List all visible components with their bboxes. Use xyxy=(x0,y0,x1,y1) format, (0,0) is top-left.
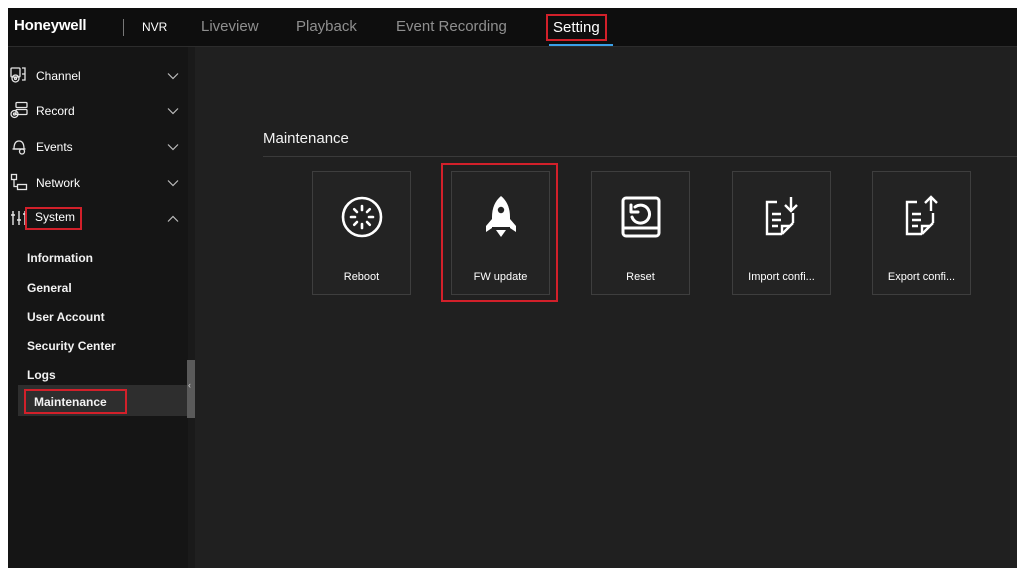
sidebar-group-system[interactable]: System xyxy=(8,202,188,238)
export-config-icon xyxy=(905,195,938,236)
tab-liveview[interactable]: Liveview xyxy=(201,18,259,35)
collapse-sidebar-icon[interactable]: ‹ xyxy=(188,380,191,390)
record-icon xyxy=(10,101,28,119)
card-label: Reboot xyxy=(343,271,380,283)
sidebar-group-label: Record xyxy=(36,104,75,118)
sidebar-item-general[interactable]: General xyxy=(27,281,72,295)
chevron-down-icon xyxy=(167,180,179,187)
reboot-icon xyxy=(341,196,382,238)
network-icon xyxy=(10,173,28,191)
sidebar-item-information[interactable]: Information xyxy=(27,251,93,265)
card-label: Import confi... xyxy=(748,271,815,283)
chevron-down-icon xyxy=(167,73,179,80)
sidebar-scrollbar[interactable] xyxy=(188,47,195,568)
app-frame: Honeywell NVR Liveview Playback Event Re… xyxy=(8,8,1017,568)
sidebar-group-label: Events xyxy=(36,140,73,154)
title-divider xyxy=(263,156,1017,157)
chevron-down-icon xyxy=(167,108,179,115)
sidebar-group-label: Channel xyxy=(36,69,81,83)
card-label: Reset xyxy=(626,271,655,283)
sidebar-group-label: System xyxy=(35,210,76,224)
import-config-button[interactable]: Import confi... xyxy=(732,171,831,295)
sidebar-item-security-center[interactable]: Security Center xyxy=(27,339,116,353)
events-icon xyxy=(12,140,26,155)
channel-icon xyxy=(10,67,26,83)
sidebar: Channel Record Events Network System Inf… xyxy=(8,47,188,568)
sidebar-item-logs[interactable]: Logs xyxy=(27,368,56,382)
sidebar-group-label: Network xyxy=(36,176,81,190)
tab-event-recording[interactable]: Event Recording xyxy=(396,18,507,35)
fw-update-highlight-box xyxy=(441,163,558,302)
card-label: Export confi... xyxy=(887,271,956,283)
brand-divider xyxy=(123,19,124,36)
sidebar-group-record[interactable]: Record xyxy=(8,94,188,130)
top-bar: Honeywell NVR Liveview Playback Event Re… xyxy=(8,8,1017,47)
sidebar-group-network[interactable]: Network xyxy=(8,166,188,202)
reboot-button[interactable]: Reboot xyxy=(312,171,411,295)
page-title: Maintenance xyxy=(263,130,349,147)
chevron-down-icon xyxy=(167,144,179,151)
tab-playback[interactable]: Playback xyxy=(296,18,357,35)
brand-logo: Honeywell xyxy=(14,17,87,34)
sidebar-group-channel[interactable]: Channel xyxy=(8,59,188,95)
sidebar-item-maintenance[interactable]: Maintenance xyxy=(34,395,107,409)
chevron-up-icon xyxy=(167,215,179,222)
export-config-button[interactable]: Export confi... xyxy=(872,171,971,295)
reset-button[interactable]: Reset xyxy=(591,171,690,295)
sidebar-group-events[interactable]: Events xyxy=(8,130,188,166)
product-name: NVR xyxy=(142,20,168,34)
sidebar-item-user-account[interactable]: User Account xyxy=(27,310,105,324)
tab-setting[interactable]: Setting xyxy=(546,14,607,41)
import-config-icon xyxy=(765,197,798,236)
active-tab-indicator xyxy=(549,44,613,46)
reset-icon xyxy=(621,196,660,238)
